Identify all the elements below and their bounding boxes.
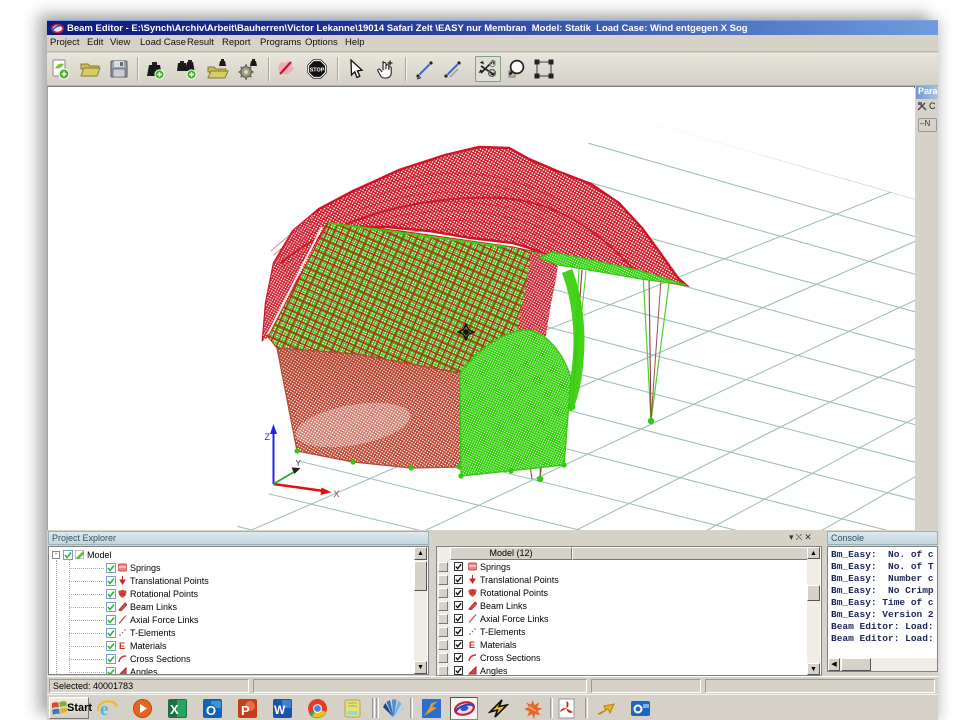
- svg-text:P: P: [241, 703, 250, 718]
- svg-text:W: W: [274, 703, 286, 717]
- svg-text:STOP: STOP: [310, 67, 325, 73]
- svg-text:Z: Z: [265, 432, 271, 442]
- svg-text:O: O: [206, 703, 216, 718]
- svg-text:X: X: [334, 489, 340, 499]
- svg-text:X: X: [170, 702, 179, 717]
- svg-text:E: E: [119, 641, 125, 650]
- svg-text:Y: Y: [296, 459, 302, 468]
- svg-text:E: E: [469, 640, 475, 649]
